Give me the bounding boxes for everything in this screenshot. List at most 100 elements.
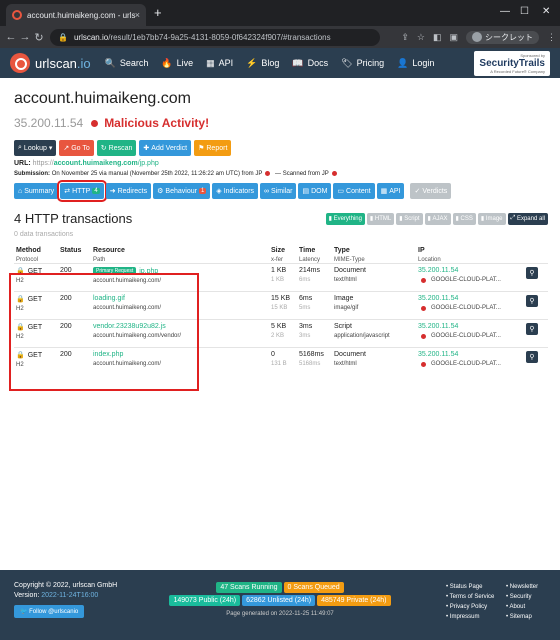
filter-image[interactable]: ▮ Image	[477, 212, 506, 225]
row-time: 3ms	[299, 323, 313, 331]
user-icon: 👤	[397, 57, 409, 68]
footer-link[interactable]: • Privacy Policy	[446, 602, 494, 612]
filter-image-label: Image	[485, 215, 503, 222]
share-icon[interactable]: ⇪	[401, 32, 409, 43]
close-window-icon[interactable]: ✕	[542, 6, 550, 18]
zoom-icon[interactable]: ⚲	[526, 323, 538, 336]
action-buttons: ⌕ Lookup ▾ ↗ Go To ↻ Rescan ✚ Add Verdict ⚑ R…	[14, 140, 548, 156]
lookup-icon: ⌕	[18, 144, 22, 151]
public-scans-badge: 149073 Public (24h)	[169, 595, 241, 606]
tab-close-icon[interactable]: ×	[135, 10, 140, 20]
filter-html-label: HTML	[374, 215, 392, 222]
filter-everything[interactable]: ▮ Everything	[325, 212, 365, 225]
browser-tab-strip: account.huimaikeng.com - urlsc × + ― ☐ ✕	[0, 0, 560, 26]
jp-flag-icon	[331, 171, 337, 176]
footer-link[interactable]: • Status Page	[446, 582, 494, 592]
page-ip: 35.200.11.54	[14, 116, 84, 130]
extensions-icon[interactable]: ◧	[433, 32, 442, 43]
action-cell: ⚲	[524, 319, 548, 348]
crosshair-icon: ◈	[216, 188, 222, 196]
address-bar[interactable]: 🔒 urlscan.io /result/1eb7bb74-9a25-4131-…	[50, 28, 380, 46]
maximize-icon[interactable]: ☐	[520, 6, 529, 18]
zoom-icon[interactable]: ⚲	[526, 295, 538, 308]
size-cell: 1 KB 1 KB	[269, 263, 297, 292]
securitytrails-sponsor-logo[interactable]: Sponsored by SecurityTrails A Recorded F…	[474, 50, 550, 76]
nav-docs[interactable]: 📖 Docs	[292, 58, 328, 69]
row-ip-link[interactable]: 35.200.11.54	[418, 351, 458, 358]
nav-api[interactable]: ▦ API	[206, 58, 233, 69]
footer-link[interactable]: • Newsletter	[506, 582, 538, 592]
tab-api[interactable]: ▦ API	[376, 183, 405, 200]
nav-login[interactable]: 👤 Login	[397, 58, 434, 69]
new-tab-button[interactable]: +	[154, 6, 162, 20]
logo-text: urlscan	[35, 55, 77, 71]
tab-content[interactable]: ▭ Content	[333, 183, 375, 200]
lookup-button[interactable]: ⌕ Lookup ▾	[14, 140, 57, 156]
rescan-button[interactable]: ↻ Rescan	[96, 140, 137, 156]
minimize-icon[interactable]: ―	[500, 6, 510, 18]
url-domain-link[interactable]: account.huimaikeng.com	[54, 160, 138, 167]
tab-redirects[interactable]: ➜ Redirects	[105, 183, 152, 200]
footer-link-label: Terms of Service	[449, 594, 495, 600]
row-ip-link[interactable]: 35.200.11.54	[418, 323, 458, 330]
tab-indicators[interactable]: ◈ Indicators	[212, 183, 259, 200]
nav-blog[interactable]: ⚡ Blog	[246, 58, 279, 69]
filter-ajax[interactable]: ▮ AJAX	[424, 212, 451, 225]
row-ip-link[interactable]: 35.200.11.54	[418, 267, 458, 274]
footer-link[interactable]: • Terms of Service	[446, 592, 494, 602]
nav-login-label: Login	[412, 58, 435, 68]
sidepanel-icon[interactable]: ▣	[449, 32, 458, 43]
search-icon: 🔍	[104, 57, 116, 68]
nav-api-label: API	[218, 58, 234, 68]
footer-link[interactable]: • Sitemap	[506, 612, 538, 622]
tab-behaviour[interactable]: ⚙ Behaviour 1	[153, 183, 211, 200]
filter-script[interactable]: ▮ Script	[396, 212, 423, 225]
footer-left: Copyright © 2022, urlscan GmbH Version: …	[14, 582, 117, 618]
tab-dom[interactable]: ▤ DOM	[298, 183, 332, 200]
nav-pricing[interactable]: 🏷 Pricing	[341, 58, 384, 69]
nav-live[interactable]: 🔥 Live	[161, 58, 193, 69]
filter-html[interactable]: ▮ HTML	[366, 212, 395, 225]
tag-icon: 🏷	[341, 57, 353, 68]
zoom-icon[interactable]: ⚲	[526, 351, 538, 364]
expand-all-button[interactable]: ⤢ Expand all	[507, 212, 548, 225]
jp-flag-icon	[421, 277, 426, 283]
filter-ajax-label: AJAX	[432, 215, 448, 222]
row-xfer: 2 KB	[271, 333, 285, 340]
row-type: Document	[334, 267, 366, 275]
add-verdict-button[interactable]: ✚ Add Verdict	[139, 140, 192, 156]
footer-link-label: Security	[509, 594, 532, 600]
tab-similar[interactable]: ∞ Similar	[260, 183, 297, 200]
menu-kebab-icon[interactable]: ⋮	[547, 32, 556, 43]
goto-button[interactable]: ↗ Go To	[59, 140, 94, 156]
browser-tab[interactable]: account.huimaikeng.com - urlsc ×	[6, 4, 146, 26]
forward-icon[interactable]: →	[18, 31, 32, 43]
tab-summary[interactable]: ⌂ Summary	[14, 183, 59, 200]
follow-twitter-button[interactable]: 🐦 Follow @urlscanio	[14, 605, 85, 618]
footer-link[interactable]: • About	[506, 602, 538, 612]
footer-link[interactable]: • Impressum	[446, 612, 494, 622]
tab-verdicts[interactable]: ✓ Verdicts	[410, 183, 452, 200]
filter-css[interactable]: ▮ CSS	[452, 212, 476, 225]
urlscan-logo[interactable]: urlscan .io	[10, 53, 91, 73]
result-tabs: ⌂ Summary ⇄ HTTP 4 ➜ Redirects ⚙ Behaviour 1 ◈…	[14, 180, 548, 203]
zoom-icon[interactable]: ⚲	[526, 267, 538, 280]
row-size: 0	[271, 351, 275, 359]
tab-http[interactable]: ⇄ HTTP 4	[57, 180, 107, 203]
url-path-link[interactable]: /jp.php	[138, 160, 159, 167]
col-type-label: Type	[334, 247, 350, 255]
url-info: URL: https://account.huimaikeng.com/jp.p…	[14, 160, 548, 167]
scans-queued-badge: 0 Scans Queued	[283, 582, 344, 593]
footer-link-label: Status Page	[449, 584, 483, 590]
back-icon[interactable]: ←	[4, 31, 18, 43]
footer-link[interactable]: • Security	[506, 592, 538, 602]
star-icon[interactable]: ☆	[417, 32, 425, 43]
action-cell: ⚲	[524, 291, 548, 320]
col-path-label: Path	[93, 257, 106, 264]
incognito-profile[interactable]: シークレット	[466, 30, 539, 44]
tab-similar-label: Similar	[271, 187, 293, 195]
nav-search[interactable]: 🔍 Search	[105, 58, 149, 69]
row-ip-link[interactable]: 35.200.11.54	[418, 295, 458, 302]
reload-icon[interactable]: ↻	[32, 31, 46, 44]
report-button[interactable]: ⚑ Report	[194, 140, 232, 156]
